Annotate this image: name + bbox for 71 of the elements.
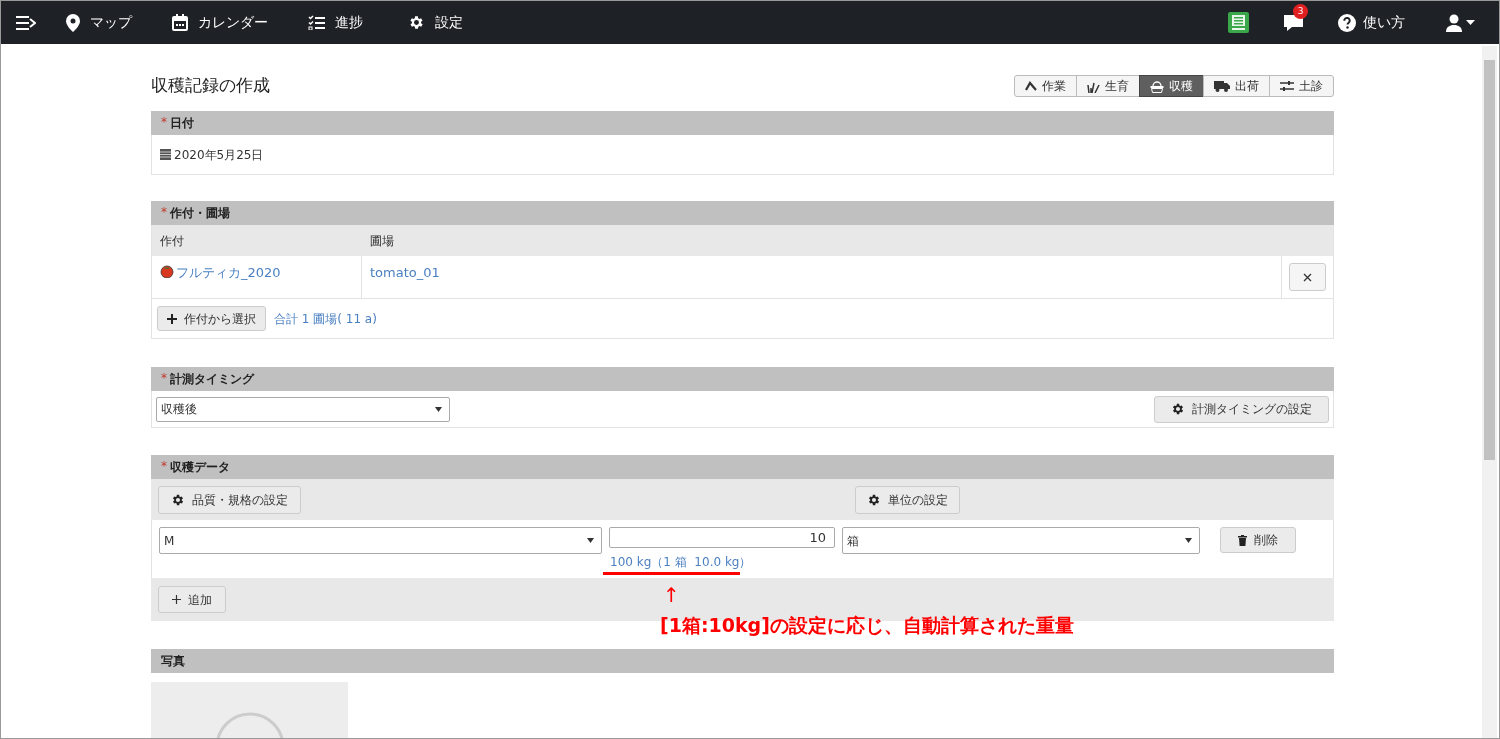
book-icon — [1228, 12, 1249, 33]
nav-link[interactable]: 設定 — [408, 12, 463, 33]
calendar-icon — [160, 149, 171, 160]
section-title: 収穫データ — [170, 459, 230, 476]
gear-icon — [867, 492, 881, 507]
plus-icon — [172, 595, 181, 604]
settings-icon — [408, 14, 425, 31]
truck-icon — [1214, 80, 1230, 92]
page-title: 収穫記録の作成 — [151, 74, 270, 98]
date-value: 2020年5月25日 — [174, 146, 264, 164]
add-button[interactable]: 追加 — [158, 586, 226, 613]
nav-link[interactable]: マップ — [66, 12, 132, 33]
quality-settings-button[interactable]: 品質・規格の設定 — [158, 485, 301, 514]
column-header: 作付 — [159, 232, 185, 250]
user-menu-button[interactable] — [1446, 13, 1475, 32]
record-type-tab[interactable]: 作業 — [1014, 75, 1077, 97]
required-mark: * — [161, 116, 167, 128]
hook-icon — [1025, 81, 1037, 91]
record-type-tab[interactable]: 収穫 — [1139, 75, 1204, 97]
close-icon — [1303, 272, 1312, 282]
remove-button[interactable] — [1289, 263, 1326, 291]
scrollbar-thumb[interactable] — [1484, 60, 1495, 460]
unit-select[interactable]: 箱 — [842, 527, 1200, 554]
annotation-arrow: ↑ — [663, 585, 680, 605]
timing-settings-button[interactable]: 計測タイミングの設定 — [1154, 395, 1329, 423]
sliders-icon — [1280, 80, 1294, 92]
map-pin-icon — [66, 13, 80, 32]
help-link[interactable]: 使い方 — [1338, 12, 1405, 33]
amount-input[interactable]: 10 — [609, 527, 835, 548]
weight-calculation: 100 kg（1 箱 10.0 kg） — [609, 554, 753, 571]
notification-badge: 3 — [1293, 3, 1308, 19]
caret-icon — [1185, 538, 1192, 543]
scrollbar[interactable] — [1482, 46, 1497, 738]
total-area-link[interactable]: 合計 1 圃場( 11 a) — [274, 309, 377, 328]
gear-icon — [171, 492, 185, 507]
menu-icon — [16, 15, 36, 30]
unit-settings-button[interactable]: 単位の設定 — [855, 485, 960, 514]
help-icon — [1338, 13, 1356, 32]
user-icon — [1446, 13, 1462, 32]
record-type-tab[interactable]: 出荷 — [1203, 75, 1270, 97]
book-button[interactable] — [1228, 12, 1249, 33]
section-title: 写真 — [161, 653, 185, 670]
nav-link[interactable]: 進捗 — [308, 12, 363, 33]
crop-link[interactable]: フルティカ_2020 — [176, 263, 281, 283]
basket-icon — [1150, 79, 1164, 93]
section-title: 日付 — [170, 115, 194, 132]
section-title: 作付・圃場 — [170, 205, 230, 222]
annotation-text: [1箱:10kg]の設定に応じ、自動計算された重量 — [660, 613, 1074, 637]
timing-select[interactable]: 収穫後 — [156, 396, 450, 422]
required-mark: * — [161, 460, 167, 472]
caret-icon — [587, 538, 594, 543]
record-type-tab[interactable]: 生育 — [1076, 75, 1140, 97]
record-type-tab[interactable]: 土診 — [1269, 75, 1334, 97]
caret-icon — [1466, 20, 1475, 25]
trash-icon — [1238, 534, 1247, 546]
required-mark: * — [161, 206, 167, 218]
select-crop-button[interactable]: 作付から選択 — [157, 306, 266, 331]
gear-icon — [1171, 402, 1185, 416]
delete-button[interactable]: 削除 — [1220, 527, 1296, 553]
section-title: 計測タイミング — [170, 371, 254, 388]
field-link[interactable]: tomato_01 — [370, 265, 440, 280]
caret-icon — [435, 406, 442, 412]
grade-select[interactable]: M — [159, 527, 602, 554]
nav-link[interactable]: カレンダー — [172, 12, 268, 33]
tomato-icon — [160, 264, 174, 278]
calendar-icon — [172, 14, 188, 31]
plus-icon — [167, 313, 177, 324]
required-mark: * — [161, 372, 167, 384]
menu-button[interactable] — [16, 15, 36, 30]
checklist-icon — [308, 15, 325, 30]
column-header: 圃場 — [369, 232, 395, 250]
